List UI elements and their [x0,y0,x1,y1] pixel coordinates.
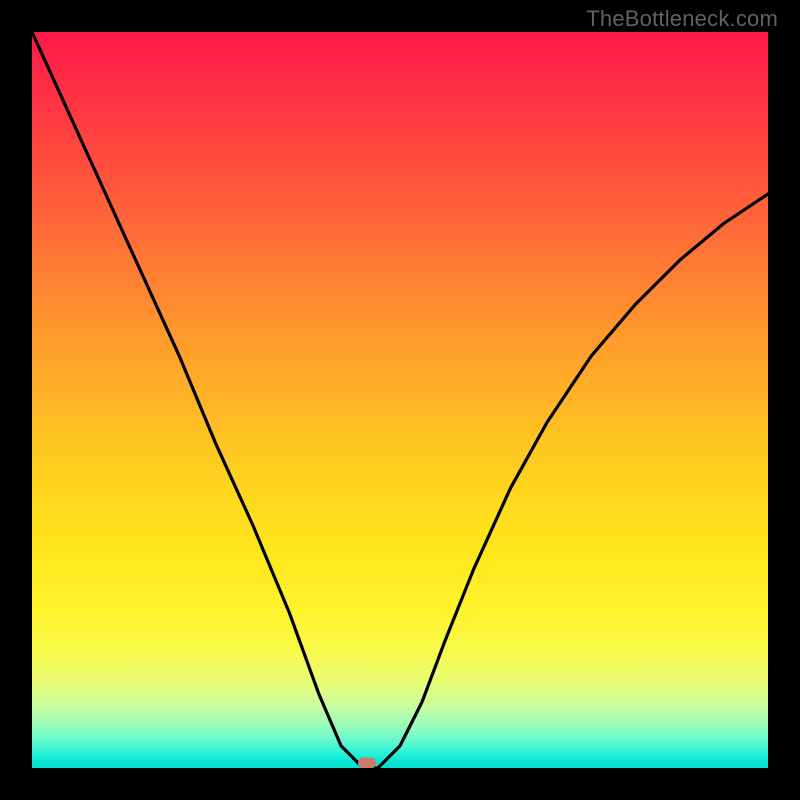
watermark-text: TheBottleneck.com [586,6,778,32]
bottleneck-curve [32,32,768,768]
optimal-point-marker [358,757,376,768]
chart-frame: TheBottleneck.com [0,0,800,800]
plot-area [32,32,768,768]
